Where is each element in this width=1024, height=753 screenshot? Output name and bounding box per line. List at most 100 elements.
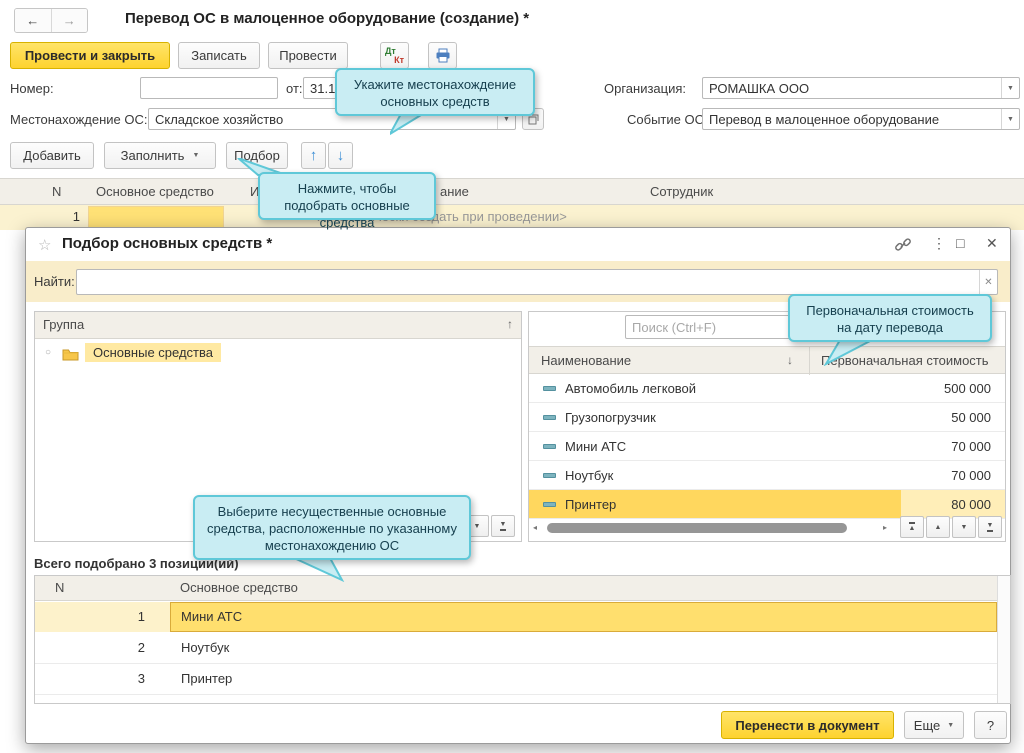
move-up-button[interactable]: ↑	[301, 142, 326, 169]
doc-grid-header: N Основное средство Инв ание Сотрудник	[0, 178, 1024, 205]
col-n: N	[52, 184, 61, 199]
folder-icon	[62, 348, 79, 361]
close-icon[interactable]: ✕	[986, 235, 998, 252]
asset-item-icon	[543, 502, 556, 507]
scroll-left-icon[interactable]: ◂	[533, 523, 537, 532]
location-label: Местонахождение ОС:	[10, 112, 148, 127]
post-button[interactable]: Провести	[268, 42, 348, 69]
forward-button[interactable]: →	[52, 9, 88, 32]
asset-item-icon	[543, 444, 556, 449]
arrow-down-icon: ↓	[337, 147, 345, 164]
tooltip-pick: Нажмите, чтобы подобрать основные средст…	[258, 172, 436, 220]
move-down-button[interactable]: ↓	[328, 142, 353, 169]
get-link-icon[interactable]	[894, 237, 912, 256]
organization-select[interactable]: РОМАШКА ООО ▼	[702, 77, 1020, 99]
print-icon	[435, 48, 451, 63]
favorite-star-icon[interactable]: ☆	[38, 236, 51, 254]
nav-next-icon: ▼	[961, 524, 968, 531]
h-scrollbar[interactable]	[545, 522, 879, 534]
nav-last-icon: ▼	[500, 521, 507, 531]
find-input-wrap: ✕	[76, 269, 998, 295]
page-title: Перевод ОС в малоценное оборудование (со…	[125, 10, 529, 27]
event-label: Событие ОС:	[627, 112, 708, 127]
col-asset: Основное средство	[96, 184, 214, 199]
chevron-down-icon: ▼	[947, 722, 954, 729]
v-scrollbar[interactable]	[997, 576, 1010, 703]
col-asset: Основное средство	[180, 580, 298, 595]
tooltip-tail	[288, 558, 350, 582]
picked-row[interactable]: 2 Ноутбук	[35, 633, 997, 664]
go-prev-button[interactable]: ▲	[926, 516, 950, 538]
organization-label: Организация:	[604, 81, 686, 96]
dt-kt-button[interactable]: Дт Кт	[380, 42, 409, 69]
tooltip-location: Укажите местонахождение основных средств	[335, 68, 535, 116]
number-label: Номер:	[10, 81, 54, 96]
nav-first-icon: ▲	[909, 522, 916, 532]
write-button[interactable]: Записать	[178, 42, 260, 69]
sort-desc-icon: ↓	[787, 353, 793, 367]
nav-next-icon: ▼	[474, 523, 481, 530]
tree-item-label: Основные средства	[85, 343, 221, 362]
chevron-down-icon[interactable]: ▼	[1001, 109, 1019, 129]
history-nav: ← →	[14, 8, 88, 33]
groups-header[interactable]: Группа ↑	[35, 312, 521, 339]
event-select[interactable]: Перевод в малоценное оборудование ▼	[702, 108, 1020, 130]
picked-row-selected[interactable]: 1 Мини АТС	[35, 602, 997, 633]
assets-search-input[interactable]	[625, 315, 807, 339]
transfer-to-document-button[interactable]: Перенести в документ	[721, 711, 894, 739]
picked-header: N Основное средство	[35, 576, 1010, 601]
go-last-button[interactable]: ▼	[491, 515, 515, 537]
picked-table: N Основное средство 1 Мини АТС 2 Ноутбук…	[34, 575, 1011, 704]
find-label: Найти:	[34, 274, 75, 289]
asset-row[interactable]: Грузопогрузчик 50 000	[529, 403, 1005, 432]
post-and-close-button[interactable]: Провести и закрыть	[10, 42, 170, 69]
app-screen: ← → Перевод ОС в малоценное оборудование…	[0, 0, 1024, 753]
date-label: от:	[286, 81, 303, 96]
asset-item-icon	[543, 386, 556, 391]
col-equipment: ание	[440, 184, 469, 199]
asset-row[interactable]: Автомобиль легковой 500 000	[529, 374, 1005, 403]
print-button[interactable]	[428, 42, 457, 69]
scroll-right-icon[interactable]: ▸	[883, 523, 887, 532]
tree-item-assets[interactable]: ○ Основные средства	[35, 340, 521, 367]
arrow-up-icon: ↑	[310, 147, 318, 164]
chevron-down-icon: ▼	[192, 152, 199, 159]
go-last-button[interactable]: ▼	[978, 516, 1002, 538]
dialog-title: Подбор основных средств *	[62, 235, 272, 252]
asset-row-selected[interactable]: Принтер 80 000	[529, 490, 1005, 519]
assets-panel: Наименование ↓ Первоначальная стоимость …	[528, 311, 1006, 542]
asset-item-icon	[543, 415, 556, 420]
asset-row[interactable]: Ноутбук 70 000	[529, 461, 1005, 490]
number-input[interactable]	[140, 77, 278, 99]
forward-icon: →	[63, 13, 76, 28]
find-input[interactable]	[77, 271, 979, 293]
asset-item-icon	[543, 473, 556, 478]
active-cell	[170, 602, 997, 632]
assets-grid-header: Наименование ↓ Первоначальная стоимость	[529, 346, 1005, 374]
clear-icon[interactable]: ✕	[979, 270, 997, 294]
scroll-thumb[interactable]	[547, 523, 847, 533]
col-n: N	[55, 580, 64, 595]
back-button[interactable]: ←	[15, 9, 52, 32]
help-button[interactable]: ?	[974, 711, 1007, 739]
maximize-icon[interactable]: □	[956, 235, 964, 251]
sort-asc-icon: ↑	[507, 317, 513, 331]
tooltip-select: Выберите несущественные основные средств…	[193, 495, 471, 560]
add-button[interactable]: Добавить	[10, 142, 94, 169]
chevron-down-icon[interactable]: ▼	[1001, 78, 1019, 98]
tree-expand-icon[interactable]: ○	[45, 347, 51, 358]
tooltip-tail	[820, 340, 876, 366]
nav-last-icon: ▼	[987, 522, 994, 532]
col-employee: Сотрудник	[650, 184, 713, 199]
tooltip-cost: Первоначальная стоимость на дату перевод…	[788, 294, 992, 342]
more-menu-icon[interactable]: ⋮	[932, 235, 946, 252]
go-first-button[interactable]: ▲	[900, 516, 924, 538]
back-icon: ←	[26, 13, 39, 28]
fill-button[interactable]: Заполнить ▼	[104, 142, 216, 169]
go-next-button[interactable]: ▼	[952, 516, 976, 538]
picked-row[interactable]: 3 Принтер	[35, 664, 997, 695]
active-cell[interactable]	[88, 206, 224, 228]
more-button[interactable]: Еще ▼	[904, 711, 964, 739]
col-name: Наименование	[541, 353, 631, 368]
asset-row[interactable]: Мини АТС 70 000	[529, 432, 1005, 461]
